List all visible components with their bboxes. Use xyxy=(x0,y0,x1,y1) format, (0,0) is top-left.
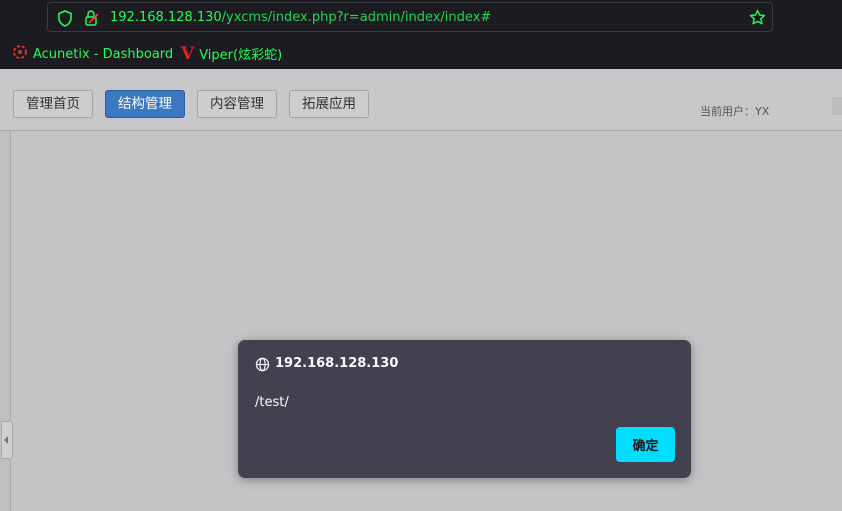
dialog-origin: 192.168.128.130 xyxy=(275,356,399,371)
star-icon[interactable] xyxy=(749,9,766,30)
url-path: /yxcms/index.php?r=admin/index/index# xyxy=(221,10,492,25)
url-text[interactable]: 192.168.128.130/yxcms/index.php?r=admin/… xyxy=(110,10,491,25)
ok-button[interactable]: 确定 xyxy=(616,427,675,462)
sidebar-toggle[interactable] xyxy=(1,421,13,459)
browser-toolbar: 192.168.128.130/yxcms/index.php?r=admin/… xyxy=(0,0,842,36)
bookmark-acunetix[interactable]: Acunetix - Dashboard xyxy=(12,44,173,64)
chevron-left-icon xyxy=(4,436,8,444)
viper-icon: V xyxy=(181,43,195,64)
bookmarks-bar: Acunetix - Dashboard V Viper(炫彩蛇) xyxy=(0,36,842,69)
nav-structure-button[interactable]: 结构管理 xyxy=(105,90,185,118)
bookmark-label: Viper(炫彩蛇) xyxy=(199,48,283,63)
alert-dialog: 192.168.128.130 /test/ 确定 xyxy=(238,340,691,478)
acunetix-icon xyxy=(12,44,28,64)
url-host: 192.168.128.130 xyxy=(110,10,222,25)
dialog-message: /test/ xyxy=(255,395,289,410)
lock-warning-icon[interactable] xyxy=(83,9,101,31)
nav-content-button[interactable]: 内容管理 xyxy=(197,90,277,118)
bookmark-label: Acunetix - Dashboard xyxy=(33,46,174,62)
address-bar[interactable]: 192.168.128.130/yxcms/index.php?r=admin/… xyxy=(47,2,773,32)
nav-home-button[interactable]: 管理首页 xyxy=(13,90,93,118)
header-edge xyxy=(832,97,842,115)
globe-icon xyxy=(255,357,270,376)
shield-icon[interactable] xyxy=(57,10,73,31)
nav-extensions-button[interactable]: 拓展应用 xyxy=(289,90,369,118)
bookmark-viper[interactable]: V Viper(炫彩蛇) xyxy=(181,44,282,63)
admin-header: 管理首页 结构管理 内容管理 拓展应用 当前用户：YX xyxy=(0,69,842,131)
current-user: 当前用户：YX xyxy=(700,105,770,118)
